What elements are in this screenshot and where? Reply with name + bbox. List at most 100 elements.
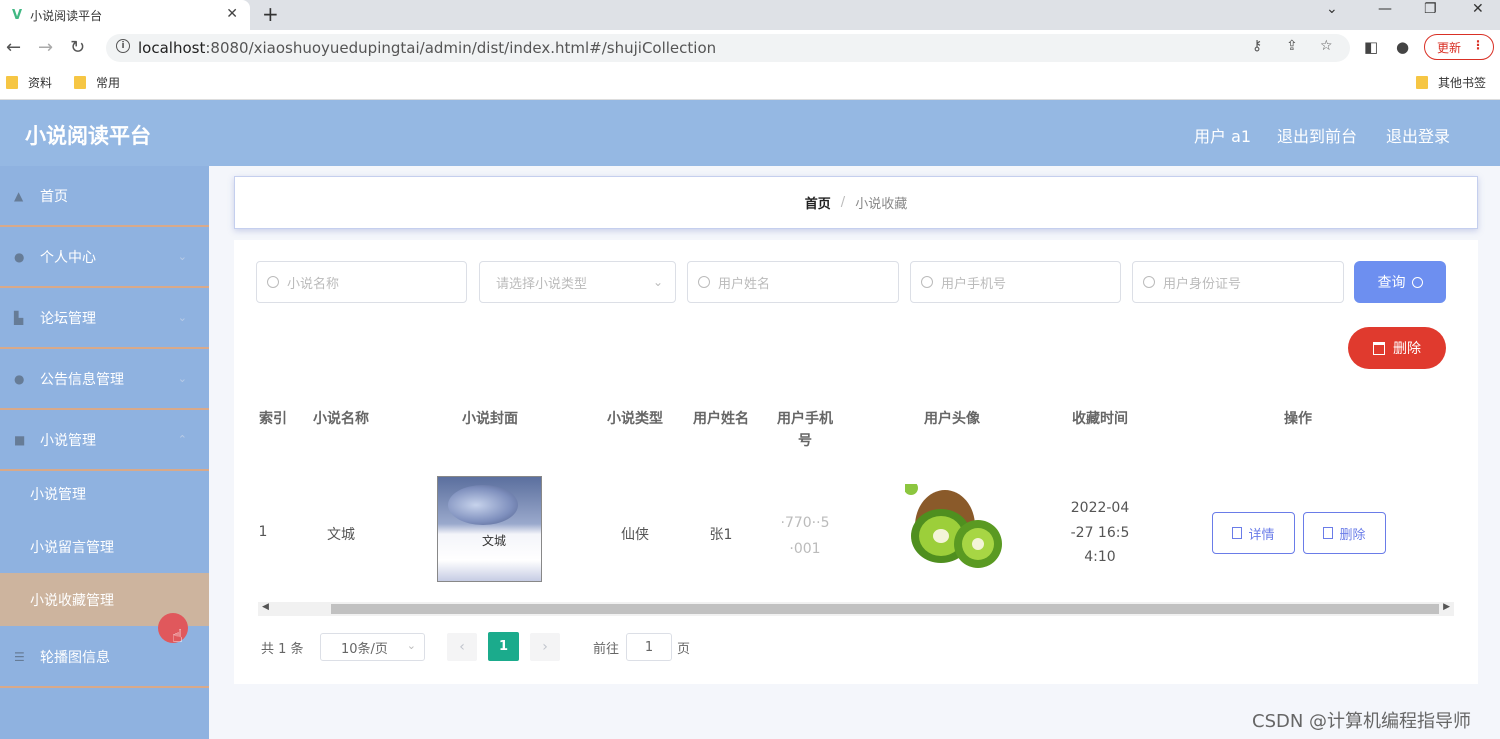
user-avatar-kiwi-image (905, 484, 1002, 568)
cell-index: 1 (258, 524, 268, 540)
url-text[interactable]: localhost:8080/xiaoshuoyuedupingtai/admi… (138, 39, 716, 57)
detail-label: 详情 (1248, 527, 1275, 543)
column-header-novel-type: 小说类型 (607, 411, 663, 427)
user-id-placeholder: 用户身份证号 (1163, 276, 1242, 292)
new-tab-icon[interactable]: + (262, 2, 279, 26)
browser-tab[interactable]: V 小说阅读平台 ✕ (0, 0, 250, 30)
sidebar-item-label: 公告信息管理 (40, 371, 124, 388)
column-header-collect-time: 收藏时间 (1072, 411, 1128, 427)
table-horizontal-scrollbar[interactable]: ◀ ▶ (258, 602, 1454, 616)
row-delete-button[interactable]: 删除 (1303, 512, 1386, 554)
folder-icon (74, 76, 86, 89)
detail-button[interactable]: 详情 (1212, 512, 1295, 554)
exit-to-front-link[interactable]: 退出到前台 (1277, 123, 1357, 147)
logout-link[interactable]: 退出登录 (1386, 123, 1450, 147)
forum-icon: ▙ (14, 310, 24, 325)
update-label: 更新 (1437, 40, 1462, 55)
cell-novel-type: 仙侠 (621, 527, 649, 543)
column-header-novel-name: 小说名称 (313, 411, 369, 427)
scroll-left-icon[interactable]: ◀ (262, 602, 269, 612)
chevron-down-icon: ⌄ (177, 250, 187, 263)
user-name-search-input[interactable]: 用户姓名 (687, 261, 899, 303)
announcement-icon: ● (14, 371, 25, 386)
bookmark-label: 资料 (28, 76, 53, 90)
cover-art (448, 485, 518, 525)
breadcrumb-home[interactable]: 首页 (805, 193, 831, 212)
bookmark-star-icon[interactable]: ☆ (1320, 38, 1333, 54)
hand-cursor-icon: ☝ (172, 626, 183, 647)
sidebar-item-personal-center[interactable]: ● 个人中心 ⌄ (0, 227, 209, 288)
page-size-select[interactable]: 10条/页 ⌄ (320, 633, 425, 661)
next-page-button[interactable]: › (530, 633, 560, 661)
chevron-down-icon: ⌄ (177, 311, 187, 324)
trash-icon (1323, 527, 1334, 539)
pagination-total: 共 1 条 (261, 642, 304, 657)
query-button[interactable]: 查询 (1354, 261, 1446, 303)
sidebar-subitem-label: 小说留言管理 (30, 539, 114, 556)
cell-collect-time: 2022-04 -27 16:5 4:10 (1058, 496, 1142, 570)
update-button[interactable]: 更新 ⋮ (1424, 34, 1494, 60)
profile-icon[interactable]: ● (1396, 38, 1409, 56)
info-icon[interactable]: i (116, 39, 130, 53)
other-bookmarks[interactable]: 其他书签 (1416, 74, 1486, 91)
sidebar-subitem-label: 小说收藏管理 (30, 592, 114, 609)
sidebar-item-label: 小说管理 (40, 432, 96, 449)
novel-name-search-input[interactable]: 小说名称 (256, 261, 467, 303)
browser-tab-title: 小说阅读平台 (30, 8, 103, 23)
key-icon[interactable]: ⚷ (1252, 38, 1262, 54)
browser-tab-bar: V 小说阅读平台 ✕ + ⌄ — ❐ ✕ (0, 0, 1500, 30)
novel-type-select[interactable]: 请选择小说类型 ⌄ (479, 261, 676, 303)
close-window-icon[interactable]: ✕ (1472, 2, 1484, 16)
reload-icon[interactable]: ↻ (70, 37, 85, 58)
folder-icon (1416, 76, 1428, 89)
batch-delete-button[interactable]: 删除 (1348, 327, 1446, 369)
goto-unit: 页 (677, 642, 691, 657)
scroll-right-icon[interactable]: ▶ (1443, 602, 1450, 612)
sidebar-item-label: 轮播图信息 (40, 649, 110, 666)
chevron-down-icon: ⌄ (406, 639, 416, 652)
user-id-search-input[interactable]: 用户身份证号 (1132, 261, 1344, 303)
search-icon (267, 276, 279, 288)
search-icon (1143, 276, 1155, 288)
forward-icon[interactable]: → (38, 37, 53, 58)
prev-page-button[interactable]: ‹ (447, 633, 477, 661)
column-header-index: 索引 (259, 411, 287, 427)
cell-user-name: 张1 (709, 527, 733, 543)
sidebar-item-novel-management[interactable]: ■ 小说管理 ⌃ (0, 410, 209, 471)
goto-page-input[interactable]: 1 (626, 633, 672, 661)
side-panel-icon[interactable]: ◧ (1364, 38, 1378, 56)
sidebar-item-announcements[interactable]: ● 公告信息管理 ⌄ (0, 349, 209, 410)
trash-icon (1373, 341, 1385, 355)
sidebar-item-forum[interactable]: ▙ 论坛管理 ⌄ (0, 288, 209, 349)
novel-cover-image: 文城 (437, 476, 542, 582)
user-phone-search-input[interactable]: 用户手机号 (910, 261, 1121, 303)
chevron-down-icon: ⌄ (652, 275, 663, 289)
novel-name-placeholder: 小说名称 (287, 276, 340, 292)
home-icon: ▲ (14, 188, 24, 203)
url-field[interactable]: i localhost:8080/xiaoshuoyuedupingtai/ad… (106, 34, 1350, 62)
tab-search-icon[interactable]: ⌄ (1326, 2, 1338, 16)
novel-type-placeholder: 请选择小说类型 (496, 276, 588, 292)
cell-user-phone-line2: ·001 (789, 541, 821, 557)
page-size-value: 10条/页 (341, 641, 388, 657)
app-title: 小说阅读平台 (25, 124, 151, 148)
bookmark-folder-changyong[interactable]: 常用 (74, 74, 120, 91)
restore-icon[interactable]: ❐ (1424, 2, 1437, 16)
current-page-button[interactable]: 1 (488, 632, 519, 661)
sidebar-item-home[interactable]: ▲ 首页 (0, 166, 209, 227)
close-tab-icon[interactable]: ✕ (226, 6, 238, 22)
cell-collect-time-line2: -27 16:5 (1070, 524, 1130, 541)
minimize-icon[interactable]: — (1378, 2, 1392, 16)
scrollbar-thumb[interactable] (331, 604, 1439, 614)
row-delete-label: 删除 (1339, 527, 1366, 543)
search-icon (1411, 276, 1423, 288)
back-icon[interactable]: ← (6, 37, 21, 58)
bookmark-folder-ziliao[interactable]: 资料 (6, 74, 52, 91)
search-icon (921, 276, 933, 288)
column-header-cover: 小说封面 (462, 411, 518, 427)
sidebar-subitem-novels[interactable]: 小说管理 (0, 467, 209, 520)
cover-title: 文城 (482, 534, 507, 548)
share-icon[interactable]: ⇪ (1286, 38, 1298, 54)
sidebar-subitem-novel-comments[interactable]: 小说留言管理 (0, 520, 209, 573)
cell-user-phone: ·770··5 ·001 (770, 510, 840, 562)
